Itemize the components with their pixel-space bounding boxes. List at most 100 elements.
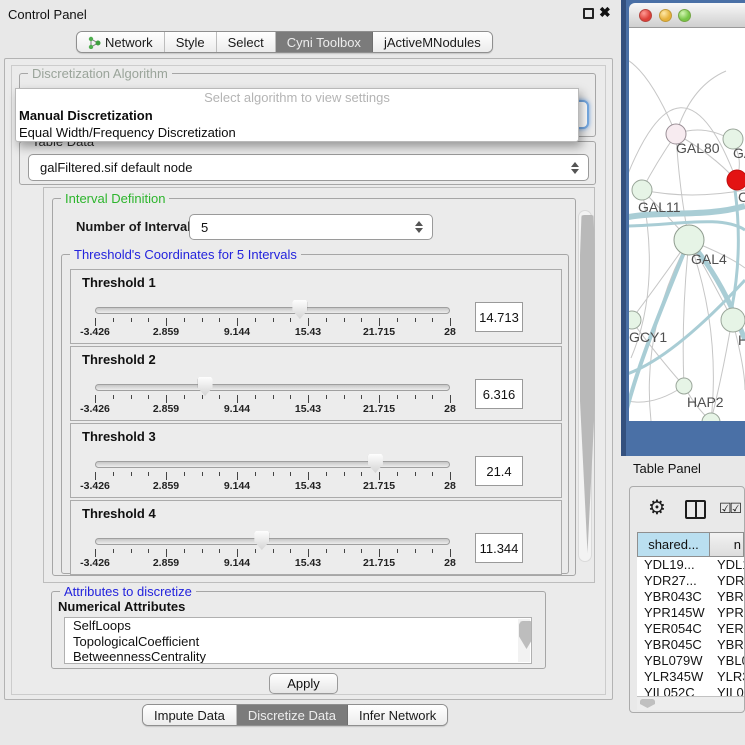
gear-icon[interactable]: ⚙ [648,495,666,520]
table-row[interactable]: YDR27...YDR2 [637,573,744,589]
apply-button[interactable]: Apply [269,673,338,694]
cell-name[interactable]: YBR0 [710,589,744,605]
table-row[interactable]: YPR145WYPR1 [637,605,744,621]
numerical-attributes-list[interactable]: SelfLoopsTopologicalCoefficientBetweenne… [64,617,532,664]
table-row[interactable]: YBR043CYBR0 [637,589,744,605]
tab-style[interactable]: Style [165,32,217,52]
threshold-slider-track[interactable] [95,538,450,545]
tab-select[interactable]: Select [217,32,276,52]
threshold-value-input[interactable]: 6.316 [475,379,523,409]
mac-close-button[interactable] [639,9,652,22]
network-node-h[interactable] [721,308,745,332]
threshold-slider-track[interactable] [95,307,450,314]
threshold-slider-track[interactable] [95,461,450,468]
threshold-slider-track[interactable] [95,384,450,391]
slider-scale-labels: -3.4262.8599.14415.4321.71528 [95,403,450,415]
app-root: Control Panel ✖ NetworkStyleSelectCyni T… [0,0,745,745]
number-of-intervals-spinner[interactable]: 5 [189,214,433,240]
network-node-hap2[interactable] [676,378,692,394]
threshold-value-input[interactable]: 21.4 [475,456,523,486]
scale-label: 15.43 [295,557,321,569]
tab-infer-network[interactable]: Infer Network [348,705,447,725]
threshold-slider-thumb[interactable] [292,300,307,319]
cell-name[interactable]: YBR0 [710,637,744,653]
attribute-list-item[interactable]: TopologicalCoefficient [65,634,531,650]
network-node-c[interactable] [727,170,745,190]
combo-stepper-icon [571,162,579,174]
tab-discretize-data[interactable]: Discretize Data [237,705,348,725]
scale-label: 28 [444,326,456,338]
attribute-list-item[interactable]: BetweennessCentrality [65,649,531,664]
table-data-combobox[interactable]: galFiltered.sif default node [28,154,589,181]
cell-name[interactable]: YDR2 [710,573,744,589]
tab-label: Network [105,35,153,50]
table-row[interactable]: YLR345WYLR3 [637,669,744,685]
number-of-intervals-value: 5 [201,220,208,235]
checkbox-checked-icon[interactable]: ☑☑ [719,500,740,517]
network-view-window: GAL80GACGAL11GAL4GCY1HHAP2 [621,0,745,456]
cell-name[interactable]: YDL1 [710,557,744,573]
network-window-titlebar[interactable] [629,3,745,28]
table-panel: ⚙ ☑☑ shared... n YDL19...YDL1YDR27...YDR… [629,486,745,713]
table-horizontal-scrollbar[interactable] [637,696,744,710]
table-header: shared... n [637,532,744,557]
cell-name[interactable]: YBL0 [710,653,744,669]
cell-shared-name[interactable]: YPR145W [637,605,710,621]
algorithm-option-manual[interactable]: Manual Discretization [16,107,578,124]
attributes-vertical-scrollbar[interactable] [518,619,530,662]
threshold-label: Threshold 3 [82,429,156,444]
cell-shared-name[interactable]: YDL19... [637,557,710,573]
threshold-slider-thumb[interactable] [198,377,213,396]
network-graph: GAL80GACGAL11GAL4GCY1HHAP2 [629,28,745,421]
split-columns-icon[interactable] [685,500,706,519]
cell-shared-name[interactable]: YER054C [637,621,710,637]
table-row[interactable]: YDL19...YDL1 [637,557,744,573]
network-canvas[interactable]: GAL80GACGAL11GAL4GCY1HHAP2 [629,28,745,421]
attribute-list-item[interactable]: SelfLoops [65,618,531,634]
cell-name[interactable]: YLR3 [710,669,744,685]
threshold-slider-thumb[interactable] [368,454,383,473]
scrollbar-thumb[interactable] [640,699,655,708]
algorithm-placeholder-option[interactable]: Select algorithm to view settings [16,89,578,107]
cell-shared-name[interactable]: YBL079W [637,653,710,669]
control-panel: Control Panel ✖ NetworkStyleSelectCyni T… [0,0,618,745]
network-node-gcy1[interactable] [629,311,641,329]
column-header-shared-name[interactable]: shared... [637,532,710,557]
algorithm-option-equal-width[interactable]: Equal Width/Frequency Discretization [16,124,578,141]
network-node-label: GAL11 [638,199,681,215]
tab-jactivemnodules[interactable]: jActiveMNodules [373,32,492,52]
close-panel-icon[interactable]: ✖ [599,4,611,21]
table-row[interactable]: YBL079WYBL0 [637,653,744,669]
table-body: YDL19...YDL1YDR27...YDR2YBR043CYBR0YPR14… [637,557,744,701]
network-node-label: GAL80 [676,140,720,156]
cell-shared-name[interactable]: YDR27... [637,573,710,589]
threshold-value-input[interactable]: 14.713 [475,302,523,332]
column-header-name[interactable]: n [710,532,744,557]
thresholds-group: Threshold's Coordinates for 5 Intervals … [61,254,569,574]
cell-shared-name[interactable]: YBR043C [637,589,710,605]
interval-vertical-scrollbar[interactable] [578,210,592,562]
scale-label: 21.715 [363,557,395,569]
table-row[interactable]: YER054CYER0 [637,621,744,637]
mac-zoom-button[interactable] [678,9,691,22]
network-node[interactable] [702,413,720,421]
table-row[interactable]: YBR045CYBR0 [637,637,744,653]
cell-name[interactable]: YER0 [710,621,744,637]
cell-shared-name[interactable]: YBR045C [637,637,710,653]
tab-network[interactable]: Network [77,32,165,52]
tab-cyni-toolbox[interactable]: Cyni Toolbox [276,32,373,52]
scale-label: 21.715 [363,480,395,492]
float-panel-icon[interactable] [583,8,594,19]
mac-minimize-button[interactable] [659,9,672,22]
scale-label: -3.426 [80,403,110,415]
tab-impute-data[interactable]: Impute Data [143,705,237,725]
thresholds-group-title: Threshold's Coordinates for 5 Intervals [70,247,301,262]
network-node-gal11[interactable] [632,180,652,200]
tab-label: jActiveMNodules [384,35,481,50]
cyni-top-tab-bar: Network StyleSelectCyni Toolbox jActiveMNo… [76,31,493,53]
scrollbar-thumb[interactable] [580,215,595,553]
cell-shared-name[interactable]: YLR345W [637,669,710,685]
threshold-slider-thumb[interactable] [254,531,269,550]
threshold-value-input[interactable]: 11.344 [475,533,523,563]
cell-name[interactable]: YPR1 [710,605,744,621]
